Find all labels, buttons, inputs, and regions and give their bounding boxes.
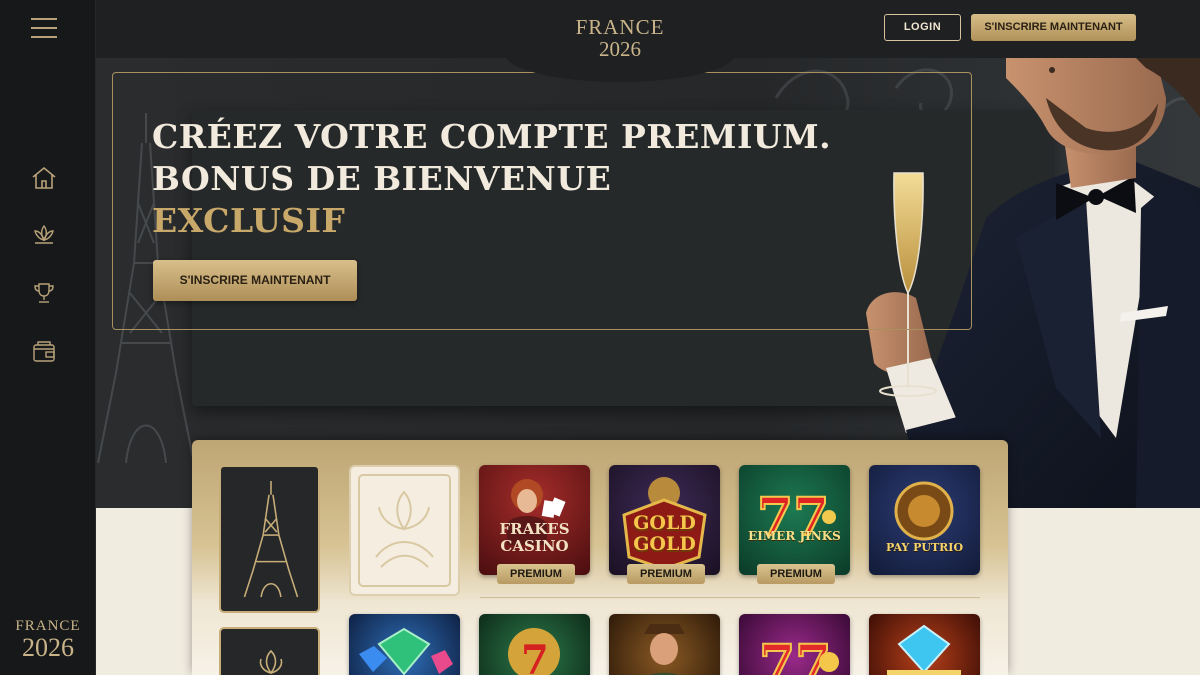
brand-logo[interactable]: FRANCE 2026 [505,0,735,82]
ornament-icon [358,474,451,587]
wallet-icon[interactable] [30,338,58,366]
game-title: EIMER JINKS [748,529,841,543]
eiffel-tower-icon [243,481,299,598]
premium-badge: PREMIUM [497,564,575,584]
game-title: FRAKES CASINO [499,520,570,555]
game-art: 77 [756,486,836,549]
game-tile[interactable]: 77 EIMER JINKS [739,465,850,575]
fleur-de-lis-card[interactable] [219,627,320,675]
lotus-icon[interactable] [30,221,58,249]
svg-text:77: 77 [759,634,831,675]
game-tile[interactable] [349,614,460,675]
trophy-icon[interactable] [30,279,58,307]
game-tile[interactable]: GOLD GOLD [609,465,720,575]
game-tile[interactable] [869,614,980,675]
home-icon[interactable] [30,164,58,192]
game-tile[interactable]: FRAKES CASINO [479,465,590,575]
game-tile[interactable]: 77 [739,614,850,675]
header-signup-button[interactable]: S'INSCRIRE MAINTENANT [971,14,1136,41]
game-tile[interactable]: PAY PUTRIO [869,465,980,575]
hero-title: CRÉEZ VOTRE COMPTE PREMIUM. BONUS DE BIE… [152,116,852,242]
sidebar: FRANCE 2026 [0,0,96,675]
login-button[interactable]: LOGIN [884,14,961,41]
hero-title-line2: BONUS DE BIENVENUE [152,159,612,198]
ornate-card[interactable] [349,465,460,596]
premium-badge: PREMIUM [627,564,705,584]
games-divider [480,597,980,598]
game-art: 7 [508,628,560,675]
hero-signup-button[interactable]: S'INSCRIRE MAINTENANT [153,260,357,301]
sidebar-logo-line2: 2026 [22,633,74,662]
game-title: GOLD GOLD [633,512,696,555]
game-art [894,481,954,541]
fleur-de-lis-icon [259,649,283,675]
premium-badge: PREMIUM [757,564,835,584]
game-art [887,624,961,675]
sidebar-logo: FRANCE 2026 [0,618,96,661]
game-tile[interactable]: 7 [479,614,590,675]
eiffel-tower-card[interactable] [219,465,320,613]
game-art [644,624,685,675]
menu-icon[interactable] [31,18,57,40]
hero-title-highlight: EXCLUSIF [152,201,346,240]
hero-title-line1: CRÉEZ VOTRE COMPTE PREMIUM. [152,117,832,156]
game-title: PAY PUTRIO [885,541,964,554]
game-tile[interactable] [609,614,720,675]
brand-line2: 2026 [599,37,641,61]
svg-text:7: 7 [521,637,549,675]
game-art [359,627,453,675]
brand-line1: FRANCE [575,15,665,39]
game-art: 77 [758,633,839,675]
